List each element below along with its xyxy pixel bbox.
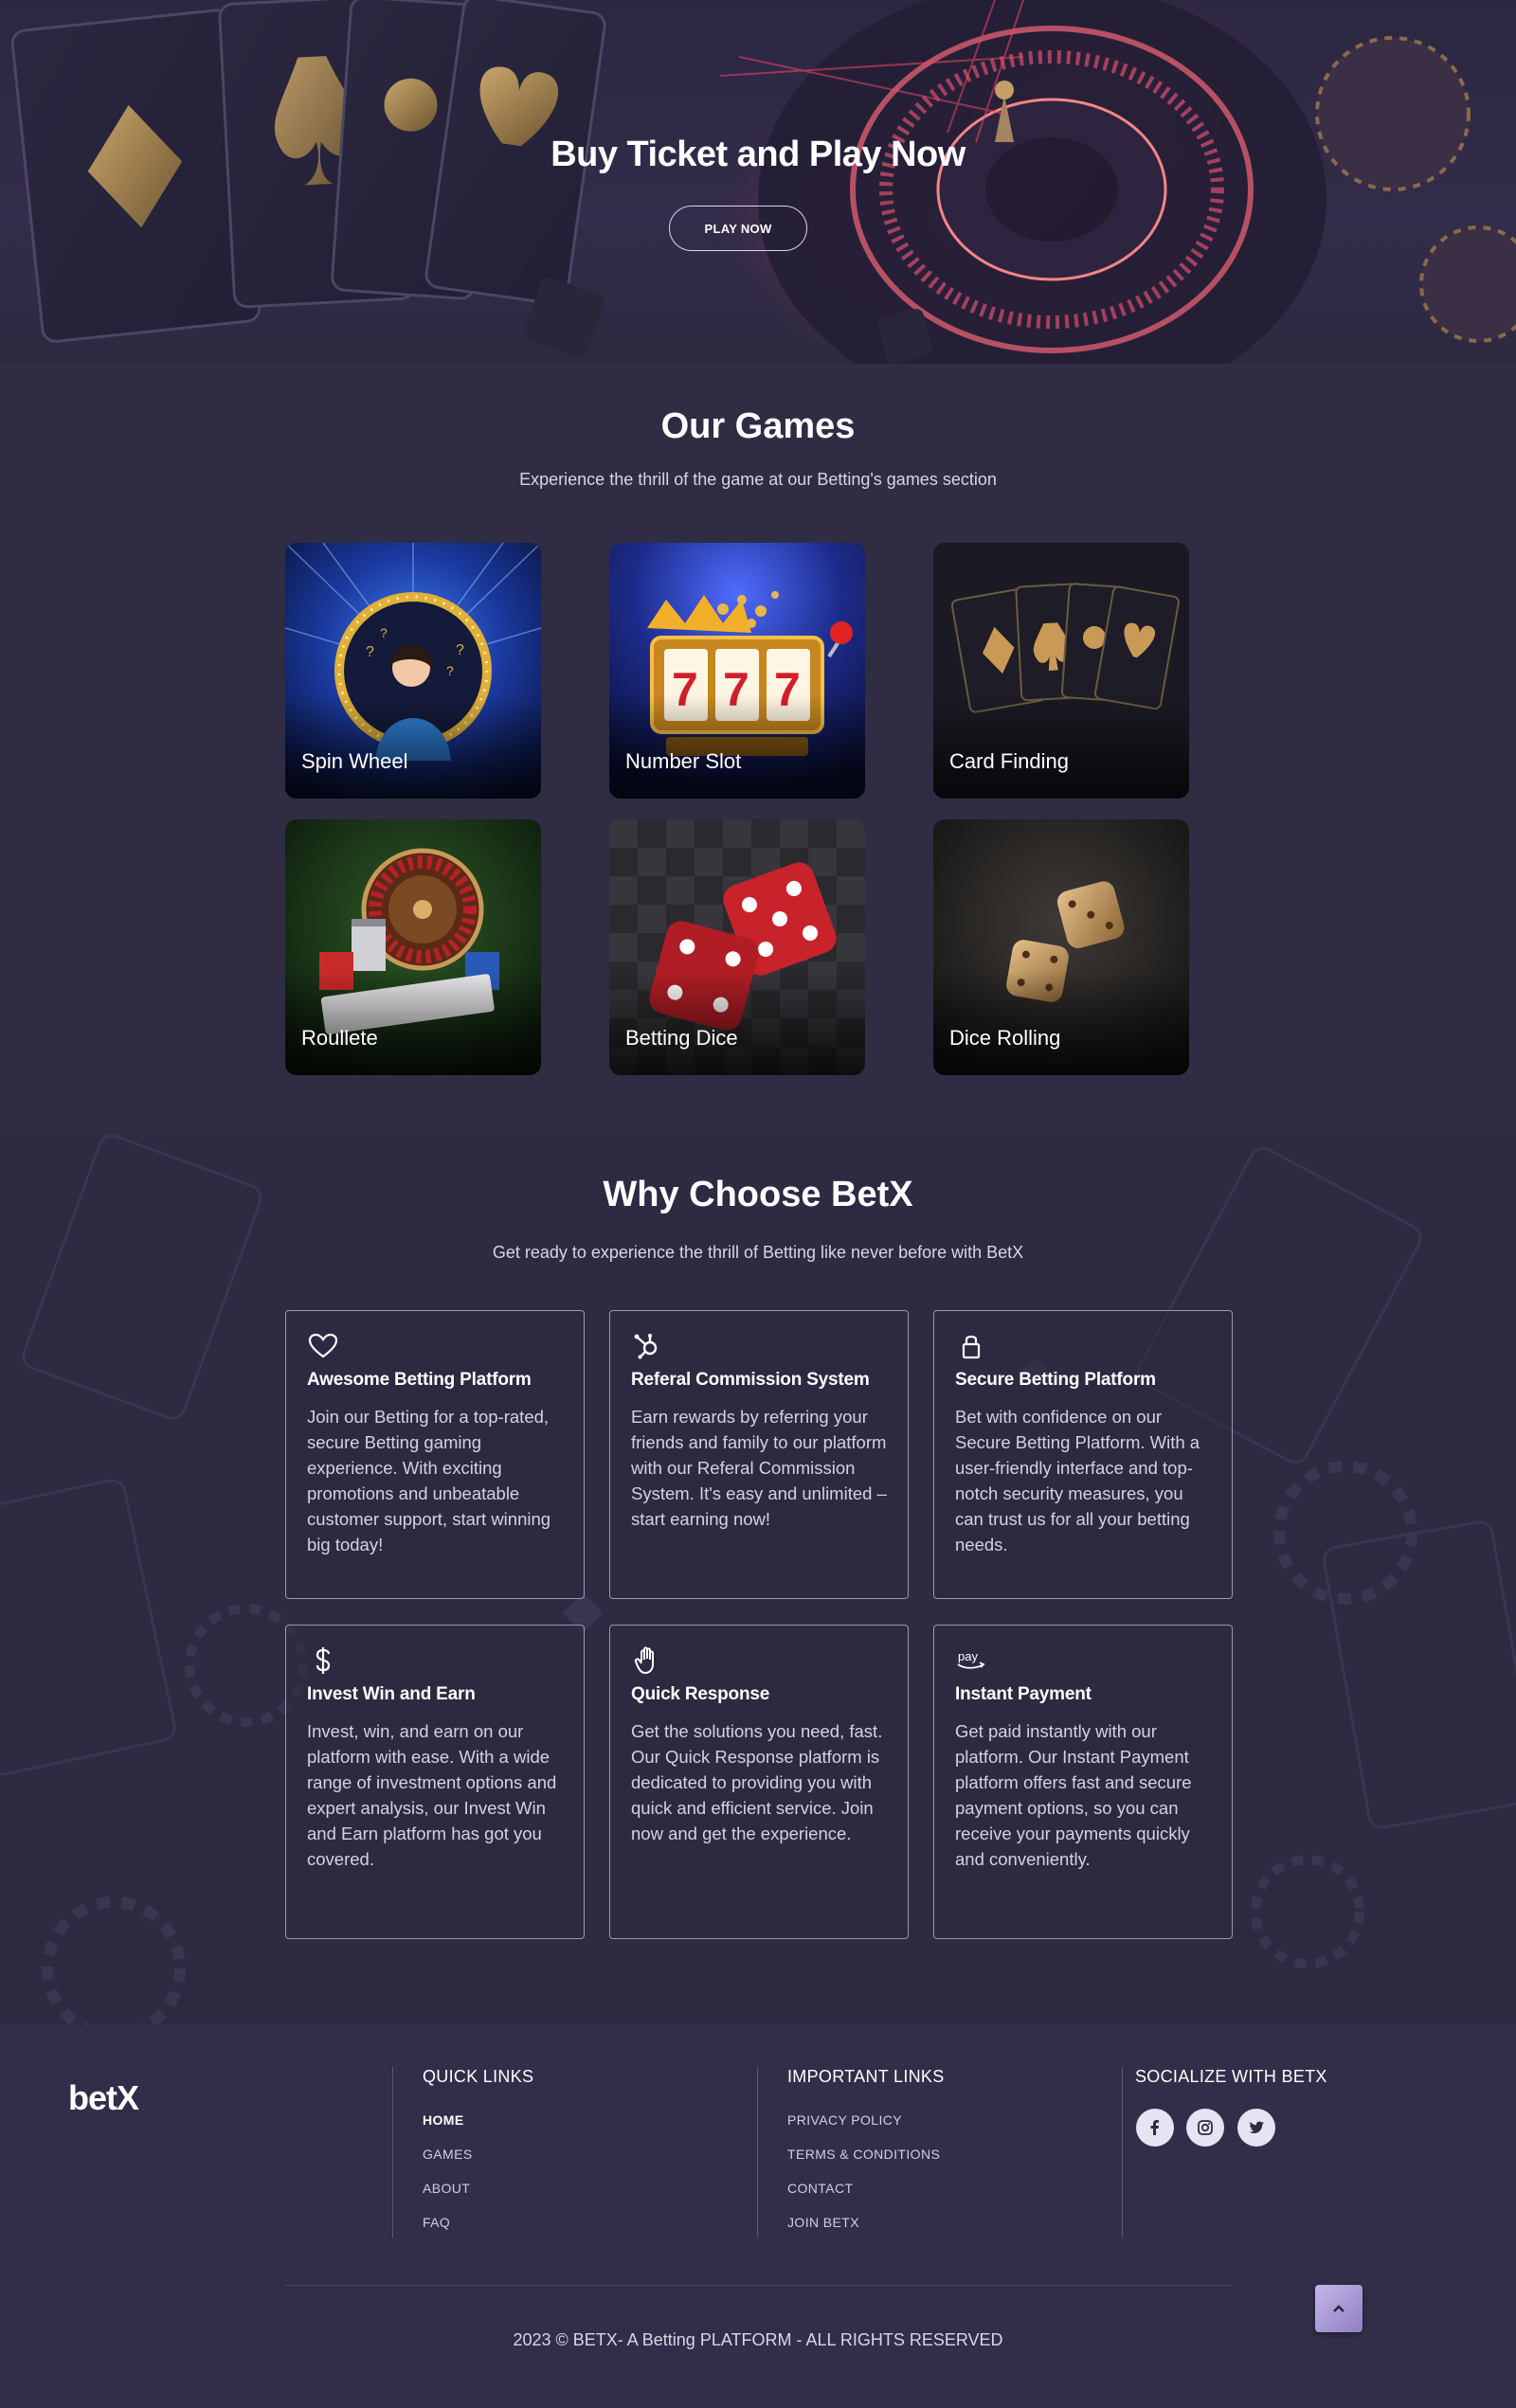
feature-card-referal-commission: Referal Commission System Earn rewards b…: [609, 1310, 909, 1599]
important-links-title: IMPORTANT LINKS: [787, 2067, 945, 2086]
svg-text:pay: pay: [958, 1649, 978, 1663]
site-footer: betX QUICK LINKS HOME GAMES ABOUT FAQ IM…: [0, 2025, 1516, 2408]
feature-description: Earn rewards by referring your friends a…: [631, 1407, 887, 1529]
twitter-icon[interactable]: [1237, 2109, 1275, 2147]
column-divider: [392, 2067, 393, 2237]
footer-link-contact[interactable]: CONTACT: [787, 2181, 853, 2196]
game-card-number-slot[interactable]: 7 7 7 Number Slot: [609, 543, 865, 799]
feature-card-quick-response: Quick Response Get the solutions you nee…: [609, 1625, 909, 1939]
feature-card-invest-win-earn: Invest Win and Earn Invest, win, and ear…: [285, 1625, 585, 1939]
hubspot-icon: [634, 1334, 658, 1359]
game-card-spin-wheel[interactable]: ? ? ? ? Spin Wheel: [285, 543, 541, 799]
feature-title: Awesome Betting Platform: [307, 1370, 532, 1390]
feature-description: Invest, win, and earn on our platform wi…: [307, 1721, 557, 1869]
game-label: Dice Rolling: [949, 1026, 1061, 1050]
card-shade: [285, 971, 541, 1075]
game-label: Card Finding: [949, 749, 1069, 773]
hero-title: Buy Ticket and Play Now: [550, 135, 966, 174]
feature-card-instant-payment: pay Instant Payment Get paid instantly w…: [933, 1625, 1233, 1939]
copyright-text: 2023 © BETX- A Betting PLATFORM - ALL RI…: [513, 2330, 1003, 2349]
game-card-roullete[interactable]: Roullete: [285, 819, 541, 1075]
play-now-button[interactable]: PLAY NOW: [669, 206, 807, 251]
card-shade: [933, 971, 1189, 1075]
card-shade: [285, 694, 541, 799]
column-divider: [757, 2067, 758, 2237]
game-card-card-finding[interactable]: Card Finding: [933, 543, 1189, 799]
card-shade: [609, 971, 865, 1075]
footer-logo[interactable]: betX: [68, 2078, 139, 2118]
card-shade: [933, 694, 1189, 799]
feature-title: Instant Payment: [955, 1684, 1092, 1704]
why-title: Why Choose BetX: [603, 1175, 913, 1214]
game-card-dice-rolling[interactable]: Dice Rolling: [933, 819, 1189, 1075]
footer-divider: [284, 2285, 1232, 2286]
feature-description: Get the solutions you need, fast. Our Qu…: [631, 1721, 883, 1843]
hand-icon: [634, 1646, 654, 1674]
scroll-to-top-button[interactable]: [1315, 2285, 1363, 2332]
feature-title: Secure Betting Platform: [955, 1370, 1156, 1390]
feature-description: Get paid instantly with our platform. Ou…: [955, 1721, 1192, 1869]
chevron-up-icon: [1333, 2305, 1345, 2312]
dollar-icon: [316, 1647, 331, 1674]
feature-description: Bet with confidence on our Secure Bettin…: [955, 1407, 1200, 1554]
feature-card-awesome-betting: Awesome Betting Platform Join our Bettin…: [285, 1310, 585, 1599]
footer-link-games[interactable]: GAMES: [423, 2147, 473, 2162]
games-subtitle: Experience the thrill of the game at our…: [519, 470, 997, 489]
game-label: Number Slot: [625, 749, 742, 773]
feature-title: Invest Win and Earn: [307, 1684, 476, 1704]
hero-banner: Buy Ticket and Play Now PLAY NOW: [0, 0, 1516, 364]
svg-text:?: ?: [366, 644, 374, 660]
why-choose-section: Why Choose BetX Get ready to experience …: [0, 1135, 1516, 2025]
svg-text:?: ?: [456, 642, 464, 658]
heart-icon: [308, 1333, 338, 1358]
footer-link-join-betx[interactable]: JOIN BETX: [787, 2215, 859, 2230]
svg-text:?: ?: [380, 625, 388, 640]
games-section: Our Games Experience the thrill of the g…: [0, 364, 1516, 1135]
amazon-pay-icon: pay: [957, 1649, 985, 1669]
footer-link-privacy-policy[interactable]: PRIVACY POLICY: [787, 2112, 902, 2128]
game-label: Spin Wheel: [301, 749, 408, 773]
svg-text:?: ?: [446, 663, 454, 678]
feature-description: Join our Betting for a top-rated, secure…: [307, 1407, 551, 1554]
feature-title: Referal Commission System: [631, 1370, 870, 1390]
feature-title: Quick Response: [631, 1684, 770, 1704]
footer-link-about[interactable]: ABOUT: [423, 2181, 470, 2196]
footer-link-faq[interactable]: FAQ: [423, 2215, 450, 2230]
footer-link-terms[interactable]: TERMS & CONDITIONS: [787, 2147, 940, 2162]
column-divider: [1122, 2067, 1123, 2237]
games-title: Our Games: [660, 406, 856, 446]
instagram-icon[interactable]: [1186, 2109, 1224, 2147]
footer-link-home[interactable]: HOME: [423, 2112, 464, 2128]
game-label: Roullete: [301, 1026, 378, 1050]
why-subtitle: Get ready to experience the thrill of Be…: [492, 1243, 1024, 1262]
facebook-icon[interactable]: [1136, 2109, 1174, 2147]
feature-card-secure-betting: Secure Betting Platform Bet with confide…: [933, 1310, 1233, 1599]
game-label: Betting Dice: [625, 1026, 738, 1050]
game-card-betting-dice[interactable]: Betting Dice: [609, 819, 865, 1075]
quick-links-title: QUICK LINKS: [423, 2067, 534, 2086]
hero-background-illustration: [10, 0, 1516, 364]
lock-icon: [962, 1335, 981, 1359]
card-shade: [609, 694, 865, 799]
socialize-title: SOCIALIZE WITH BETX: [1135, 2067, 1327, 2086]
